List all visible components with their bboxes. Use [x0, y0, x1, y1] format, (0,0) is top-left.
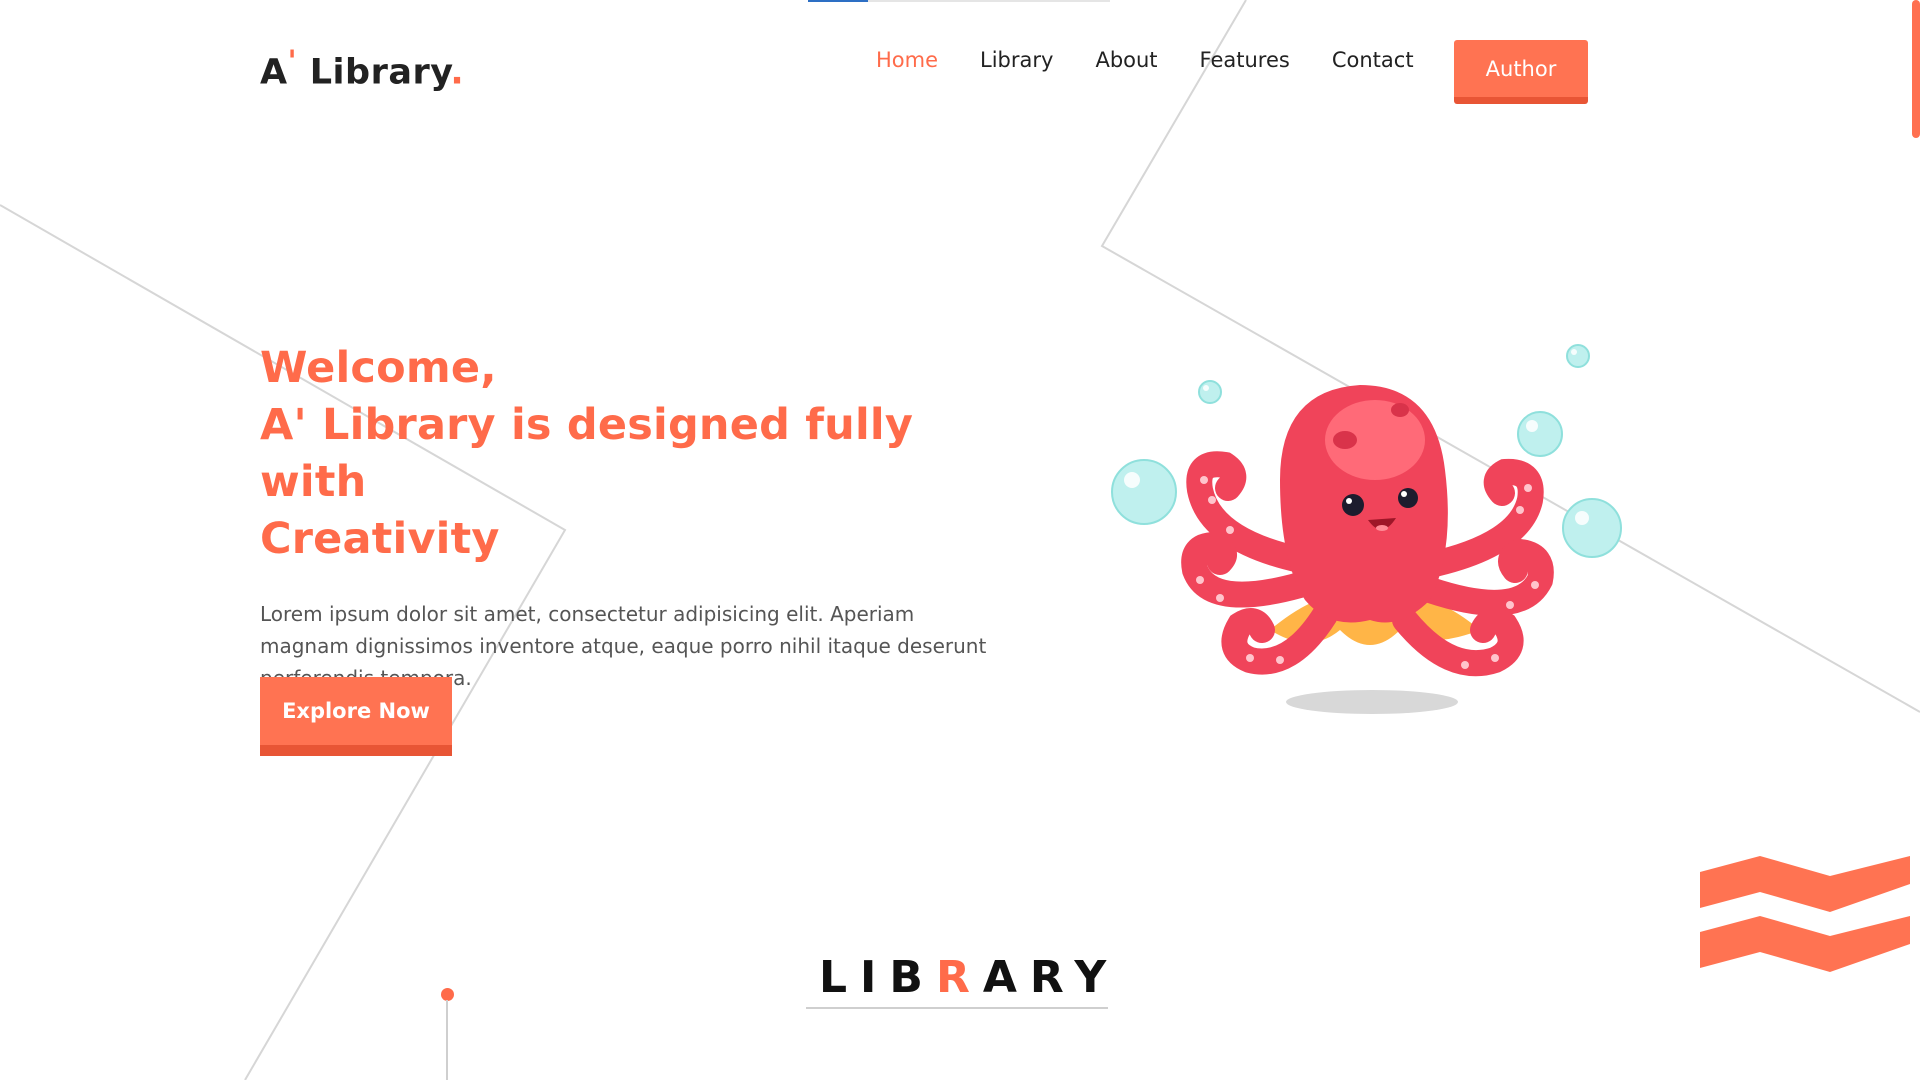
site-logo[interactable]: A' Library.	[260, 44, 464, 93]
nav-item-home[interactable]: Home	[876, 48, 938, 72]
octopus-illustration	[1111, 344, 1622, 714]
hero-heading-line2: A' Library is designed fully with	[260, 400, 914, 507]
section-heading-part2: ARY	[982, 952, 1120, 1003]
hero-heading-line1: Welcome,	[260, 343, 497, 393]
nav-item-contact[interactable]: Contact	[1332, 48, 1414, 72]
site-header: A' Library. Home Library About Features …	[0, 0, 1920, 130]
chevron-stripes-icon	[1700, 856, 1910, 972]
section-title-library: LIBRARY	[806, 952, 1108, 1009]
section-underline	[806, 1007, 1108, 1009]
section-heading-part1: LIB	[819, 952, 936, 1003]
logo-prefix: A	[260, 52, 288, 93]
logo-suffix: Library	[297, 52, 451, 93]
nav-item-library[interactable]: Library	[980, 48, 1053, 72]
nav-item-features[interactable]: Features	[1200, 48, 1290, 72]
explore-now-button[interactable]: Explore Now	[260, 677, 452, 756]
section-heading: LIBRARY	[806, 952, 1108, 1003]
section-heading-highlight: R	[935, 952, 983, 1003]
author-button[interactable]: Author	[1454, 40, 1588, 104]
hero-section: Welcome, A' Library is designed fully wi…	[260, 340, 1020, 694]
hero-heading: Welcome, A' Library is designed fully wi…	[260, 340, 1020, 568]
logo-dot: .	[450, 52, 465, 93]
hero-heading-line3: Creativity	[260, 514, 500, 564]
main-nav: Home Library About Features Contact	[876, 48, 1414, 72]
nav-item-about[interactable]: About	[1095, 48, 1157, 72]
timeline-line	[446, 1000, 448, 1080]
logo-apostrophe: '	[287, 44, 298, 78]
